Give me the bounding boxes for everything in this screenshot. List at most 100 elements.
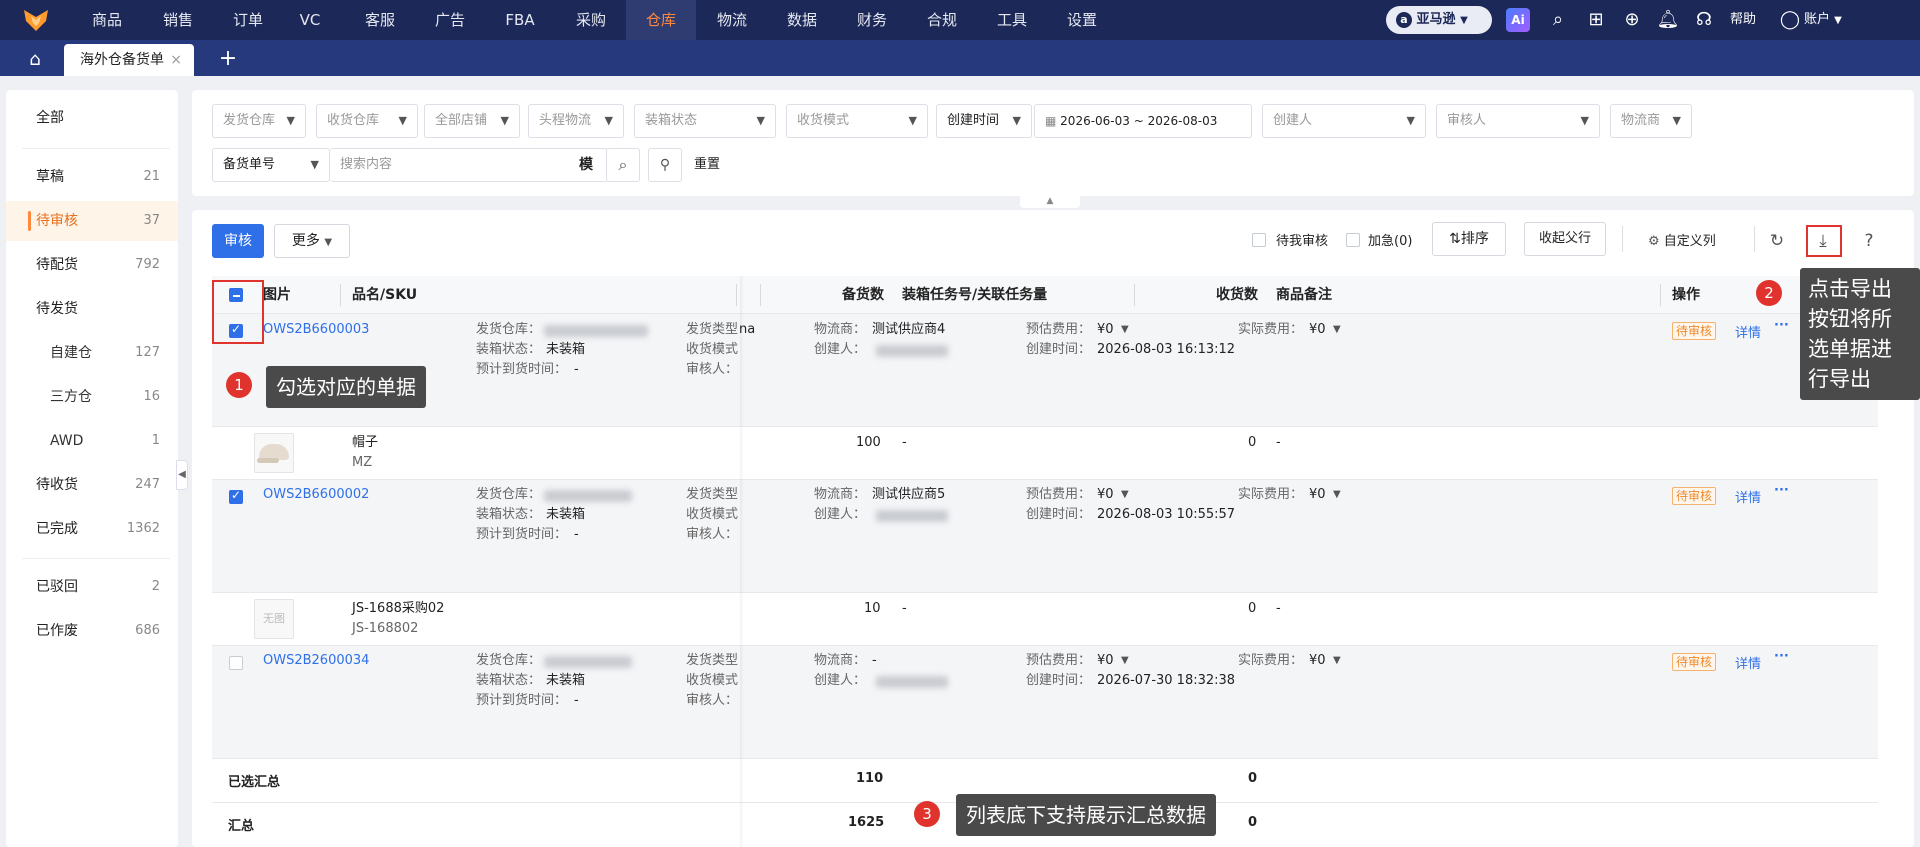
sidebar-collapse-icon[interactable]: ◀ <box>176 460 188 490</box>
more-actions-button[interactable]: 更多 ▼ <box>274 224 350 258</box>
row-checkbox[interactable] <box>229 488 243 504</box>
column-resizer[interactable] <box>1660 284 1661 306</box>
detail-link[interactable]: 详情 <box>1735 653 1761 672</box>
select-placeholder: 收货模式 <box>797 113 850 128</box>
fuzzy-mode-toggle[interactable]: 模 <box>579 149 593 181</box>
custom-columns-button[interactable]: ⚙ 自定义列 <box>1648 230 1716 249</box>
button-label: 更多 <box>291 233 320 249</box>
ship-warehouse-label: 发货仓库： <box>476 322 542 337</box>
sidebar-item-voided[interactable]: 已作废 686 <box>6 611 178 651</box>
more-options-icon[interactable]: ··· <box>1774 483 1789 498</box>
carrier-select[interactable]: 物流商 ▼ <box>1610 104 1692 138</box>
home-icon[interactable]: ⌂ <box>12 44 58 76</box>
search-input[interactable]: 搜索内容 模 <box>330 148 608 182</box>
user-avatar-icon[interactable]: ◯ <box>1778 8 1802 32</box>
order-number-link[interactable]: OWS2B2600034 <box>263 653 369 668</box>
nav-item-compliance[interactable]: 合规 <box>912 0 972 40</box>
chevron-down-icon[interactable]: ▼ <box>1333 320 1341 340</box>
sort-button[interactable]: ⇅排序 <box>1432 222 1506 256</box>
search-icon[interactable]: ⌕ <box>1546 8 1570 32</box>
packing-status-value: 未装箱 <box>546 507 586 522</box>
ship-warehouse-select[interactable]: 发货仓库 ▼ <box>212 104 306 138</box>
receive-warehouse-select[interactable]: 收货仓库 ▼ <box>316 104 418 138</box>
notification-bell-icon[interactable]: 🔔︎ <box>1656 8 1680 32</box>
nav-item-sales[interactable]: 销售 <box>148 0 208 40</box>
more-options-icon[interactable]: ··· <box>1774 318 1789 333</box>
chevron-down-icon[interactable]: ▼ <box>1121 651 1129 671</box>
apps-grid-icon[interactable]: ⊞ <box>1584 8 1608 32</box>
nav-item-finance[interactable]: 财务 <box>842 0 902 40</box>
more-options-icon[interactable]: ··· <box>1774 649 1789 664</box>
sidebar-item-all[interactable]: 全部 <box>6 98 178 138</box>
add-tab-icon[interactable]: + <box>212 44 244 76</box>
nav-item-tools[interactable]: 工具 <box>982 0 1042 40</box>
sidebar-item-third-party-warehouse[interactable]: 三方仓 16 <box>6 377 178 417</box>
column-resizer[interactable] <box>736 284 737 306</box>
nav-item-vc[interactable]: VC <box>290 0 330 40</box>
reviewer-select[interactable]: 审核人 ▼ <box>1436 104 1600 138</box>
collapse-filters-icon[interactable]: ▲ <box>1020 196 1080 208</box>
chevron-down-icon[interactable]: ▼ <box>1121 485 1129 505</box>
search-icon[interactable]: ⌕ <box>606 148 640 182</box>
help-link[interactable]: 帮助 <box>1730 0 1756 40</box>
nav-item-logistics[interactable]: 物流 <box>702 0 762 40</box>
search-field-select[interactable]: 备货单号 ▼ <box>212 148 330 182</box>
first-leg-logistics-select[interactable]: 头程物流 ▼ <box>528 104 624 138</box>
reset-button[interactable]: 重置 <box>694 148 720 182</box>
product-thumbnail-placeholder[interactable]: 无图 <box>254 599 294 639</box>
detail-link[interactable]: 详情 <box>1735 322 1761 341</box>
collapse-parent-rows-button[interactable]: 收起父行 <box>1524 222 1606 256</box>
download-center-icon[interactable]: ⊕ <box>1620 8 1644 32</box>
nav-item-purchasing[interactable]: 采购 <box>560 0 622 40</box>
pending-mine-checkbox[interactable] <box>1252 233 1266 247</box>
nav-item-products[interactable]: 商品 <box>82 0 132 40</box>
chevron-down-icon[interactable]: ▼ <box>1121 320 1129 340</box>
creator-select[interactable]: 创建人 ▼ <box>1262 104 1426 138</box>
close-icon[interactable]: × <box>170 44 182 76</box>
refresh-icon[interactable]: ↻ <box>1764 228 1790 254</box>
column-resizer[interactable] <box>760 284 761 306</box>
nav-item-ads[interactable]: 广告 <box>422 0 478 40</box>
sidebar-item-label: 已完成 <box>36 521 78 537</box>
brand-logo-icon[interactable] <box>22 7 50 33</box>
packing-status-select[interactable]: 装箱状态 ▼ <box>634 104 776 138</box>
date-range-picker[interactable]: ▦ 2026-06-03 ~ 2026-08-03 <box>1034 104 1252 138</box>
receive-mode-select[interactable]: 收货模式 ▼ <box>786 104 928 138</box>
sidebar-item-draft[interactable]: 草稿 21 <box>6 157 178 197</box>
sidebar-item-rejected[interactable]: 已驳回 2 <box>6 567 178 607</box>
nav-item-orders[interactable]: 订单 <box>220 0 276 40</box>
detail-link[interactable]: 详情 <box>1735 487 1761 506</box>
help-circle-icon[interactable]: ? <box>1856 228 1882 254</box>
column-resizer[interactable] <box>340 284 341 306</box>
column-resizer[interactable] <box>1134 284 1135 306</box>
marketplace-switcher[interactable]: a 亚马逊 ▼ <box>1386 6 1492 34</box>
customer-support-icon[interactable]: ☊ <box>1692 8 1716 32</box>
review-button[interactable]: 审核 <box>212 224 264 258</box>
account-menu[interactable]: 账户 ▼ <box>1804 0 1842 40</box>
nav-item-data[interactable]: 数据 <box>772 0 832 40</box>
nav-item-settings[interactable]: 设置 <box>1052 0 1112 40</box>
order-number-link[interactable]: OWS2B6600002 <box>263 487 369 502</box>
sidebar-item-completed[interactable]: 已完成 1362 <box>6 509 178 549</box>
sidebar-item-own-warehouse[interactable]: 自建仓 127 <box>6 333 178 373</box>
nav-item-warehouse[interactable]: 仓库 <box>626 0 696 40</box>
sidebar-item-pending-review[interactable]: 待审核 37 <box>6 201 178 241</box>
store-select[interactable]: 全部店铺 ▼ <box>424 104 520 138</box>
nav-item-customer-service[interactable]: 客服 <box>352 0 408 40</box>
order-number-link[interactable]: OWS2B6600003 <box>263 322 369 337</box>
chevron-down-icon[interactable]: ▼ <box>1333 485 1341 505</box>
advanced-filter-icon[interactable]: ⚲ <box>648 148 682 182</box>
time-type-select[interactable]: 创建时间 ▼ <box>936 104 1032 138</box>
sidebar-item-pending-allocation[interactable]: 待配货 792 <box>6 245 178 285</box>
product-sku: JS-168802 <box>352 621 419 636</box>
sidebar-item-pending-shipment[interactable]: 待发货 <box>6 289 178 329</box>
chevron-down-icon[interactable]: ▼ <box>1333 651 1341 671</box>
product-thumbnail[interactable] <box>254 433 294 473</box>
ai-assistant-icon[interactable]: Ai <box>1506 8 1530 32</box>
nav-item-fba[interactable]: FBA <box>490 0 550 40</box>
sidebar-item-pending-receipt[interactable]: 待收货 247 <box>6 465 178 505</box>
row-checkbox[interactable] <box>229 656 243 670</box>
tab-overseas-stock-order[interactable]: 海外仓备货单 × <box>64 44 194 76</box>
sidebar-item-awd[interactable]: AWD 1 <box>6 421 178 461</box>
urgent-checkbox[interactable] <box>1346 233 1360 247</box>
